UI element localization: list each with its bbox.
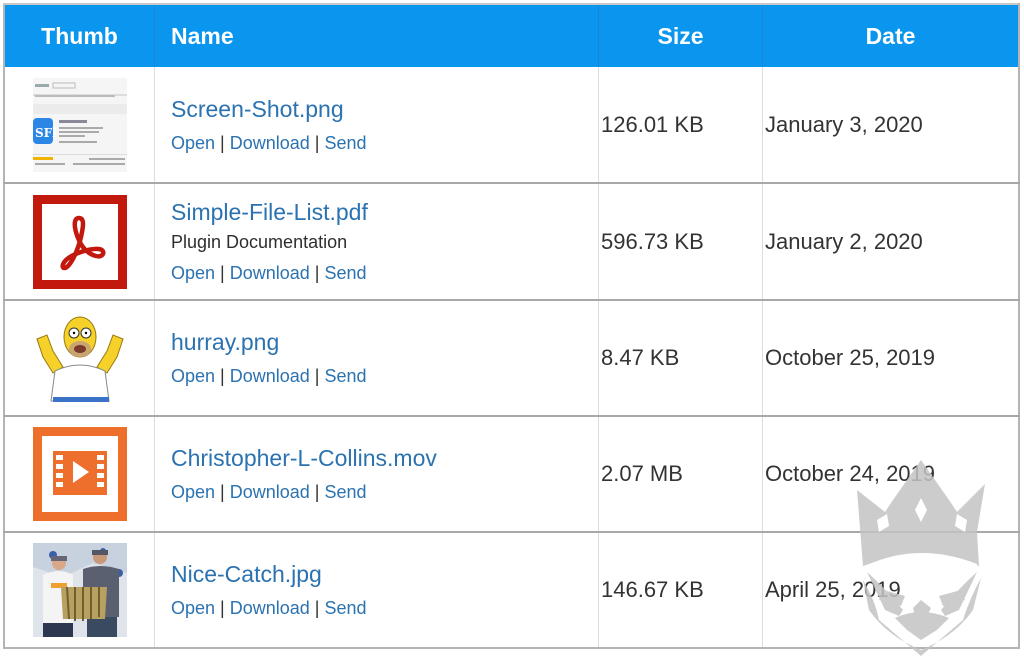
thumb-cell [4, 532, 155, 648]
separator: | [314, 132, 320, 153]
size-cell: 8.47 KB [598, 300, 763, 416]
send-link[interactable]: Send [324, 482, 366, 502]
name-cell: Simple-File-List.pdf Plugin Documentatio… [154, 183, 599, 300]
table-header-row: Thumb Name Size Date [4, 4, 1019, 67]
separator: | [314, 263, 320, 283]
homer-thumbnail-icon[interactable] [32, 311, 127, 405]
svg-text:SFl: SFl [35, 126, 57, 140]
open-link[interactable]: Open [171, 133, 215, 153]
file-description: Plugin Documentation [171, 232, 348, 252]
column-header-thumb[interactable]: Thumb [4, 4, 155, 67]
send-link[interactable]: Send [324, 366, 366, 386]
file-actions: Open | Download | Send [171, 598, 598, 619]
table-row: SFl Screen-Shot.png Open | Download | Se… [4, 67, 1019, 183]
separator: | [220, 132, 225, 153]
thumb-cell [4, 300, 155, 416]
table-row: Christopher-L-Collins.mov Open | Download |… [4, 416, 1019, 532]
thumb-cell [4, 183, 155, 300]
open-link[interactable]: Open [171, 366, 215, 386]
download-link[interactable]: Download [230, 482, 310, 502]
separator: | [220, 482, 225, 502]
download-link[interactable]: Download [230, 598, 310, 618]
name-cell: Christopher-L-Collins.mov Open | Download |… [154, 416, 599, 532]
column-header-date[interactable]: Date [762, 4, 1019, 67]
name-cell: hurray.png Open | Download | Send [154, 300, 599, 416]
separator: | [220, 598, 225, 618]
thumb-cell [4, 416, 155, 532]
send-link[interactable]: Send [324, 133, 366, 153]
file-name-link[interactable]: hurray.png [171, 329, 598, 356]
thumb-cell: SFl [4, 67, 155, 183]
name-cell: Nice-Catch.jpg Open | Download | Send [154, 532, 599, 648]
video-icon[interactable] [32, 427, 127, 521]
column-header-name[interactable]: Name [154, 4, 599, 67]
photo-thumbnail-icon[interactable] [32, 543, 127, 637]
separator: | [314, 482, 320, 502]
date-cell: October 25, 2019 [765, 345, 936, 370]
open-link[interactable]: Open [171, 598, 215, 618]
separator: | [314, 366, 320, 386]
separator: | [314, 598, 320, 618]
date-cell: October 24, 2019 [765, 461, 936, 486]
file-actions: Open | Download | Send [171, 366, 598, 387]
separator: | [220, 366, 225, 386]
table-row: hurray.png Open | Download | Send 8.47 KB Oc… [4, 300, 1019, 416]
file-actions: Open | Download | Send [171, 133, 598, 154]
pdf-icon[interactable] [32, 194, 127, 289]
file-list-table-container: Thumb Name Size Date SFl Screen-Shot.png… [3, 3, 1020, 649]
column-header-size[interactable]: Size [598, 4, 763, 67]
file-list-table: Thumb Name Size Date SFl Screen-Shot.png… [3, 3, 1020, 649]
file-name-link[interactable]: Nice-Catch.jpg [171, 561, 598, 588]
file-name-link[interactable]: Screen-Shot.png [171, 96, 598, 123]
date-cell: January 2, 2020 [765, 228, 923, 254]
file-name-link[interactable]: Simple-File-List.pdf [171, 199, 598, 226]
open-link[interactable]: Open [171, 482, 215, 502]
size-cell: 126.01 KB [598, 67, 763, 183]
download-link[interactable]: Download [230, 366, 310, 386]
send-link[interactable]: Send [324, 598, 366, 618]
size-cell: 146.67 KB [598, 532, 763, 648]
screenshot-thumbnail-icon[interactable]: SFl [32, 77, 127, 172]
table-row: Simple-File-List.pdf Plugin Documentatio… [4, 183, 1019, 300]
table-row: Nice-Catch.jpg Open | Download | Send 146.67… [4, 532, 1019, 648]
file-name-link[interactable]: Christopher-L-Collins.mov [171, 445, 598, 472]
size-cell: 596.73 KB [598, 183, 763, 300]
download-link[interactable]: Download [230, 263, 310, 283]
date-cell: April 25, 2019 [765, 577, 901, 602]
separator: | [220, 263, 225, 283]
name-cell: Screen-Shot.png Open | Download | Send [154, 67, 599, 183]
open-link[interactable]: Open [171, 263, 215, 283]
file-actions: Open | Download | Send [171, 263, 598, 284]
size-cell: 2.07 MB [598, 416, 763, 532]
file-actions: Open | Download | Send [171, 482, 598, 503]
download-link[interactable]: Download [230, 133, 310, 153]
date-cell: January 3, 2020 [765, 111, 923, 137]
send-link[interactable]: Send [324, 263, 366, 283]
